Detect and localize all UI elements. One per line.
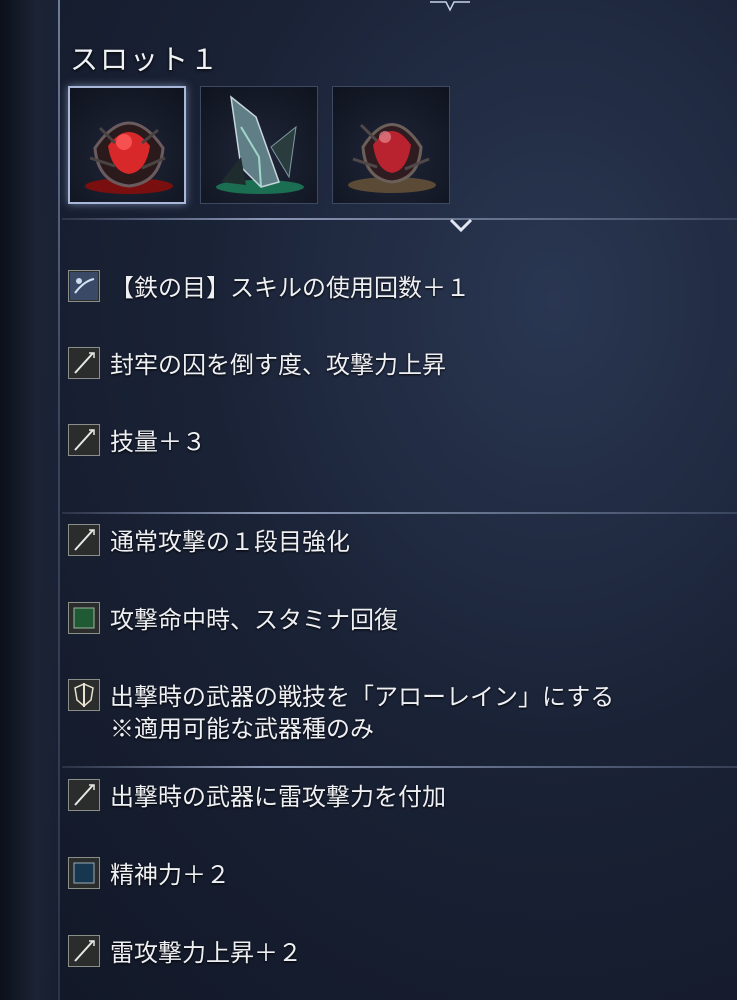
divider: [62, 512, 737, 514]
gem-slot-3[interactable]: [332, 86, 450, 204]
chevron-down-icon[interactable]: [448, 215, 474, 235]
effect-text: 【鉄の目】スキルの使用回数＋１: [110, 274, 470, 302]
sword-icon: [68, 779, 100, 811]
divider: [62, 766, 737, 768]
sword-icon: [68, 524, 100, 556]
gem-slot-2[interactable]: [200, 86, 318, 204]
sword-icon: [68, 347, 100, 379]
effect-text: 精神力＋２: [110, 861, 230, 889]
sword-icon: [68, 935, 100, 967]
divider: [62, 218, 737, 220]
green-square-icon: [68, 602, 100, 634]
effect-text: 出撃時の武器の戦技を「アローレイン」にする: [110, 683, 615, 711]
effect-text: 通常攻撃の１段目強化: [110, 528, 350, 556]
red-relic-icon: [348, 123, 436, 193]
slot-title: スロット１: [70, 43, 221, 76]
frame-left: [0, 0, 60, 1000]
green-crystal-relic-icon: [216, 95, 304, 194]
shield-sword-icon: [68, 679, 100, 711]
effect-text: 出撃時の武器に雷攻撃力を付加: [110, 783, 446, 811]
arrow-hand-icon: [68, 270, 100, 302]
sword-icon: [68, 424, 100, 456]
effect-text: 雷攻撃力上昇＋２: [110, 939, 302, 967]
gem-slot-1[interactable]: [68, 86, 186, 204]
effect-text: 攻撃命中時、スタミナ回復: [110, 606, 398, 634]
effect-text: 封牢の囚を倒す度、攻撃力上昇: [110, 351, 446, 379]
frame-line: [58, 0, 60, 1000]
effect-text: 技量＋３: [110, 428, 206, 456]
top-ornament-icon: [430, 1, 470, 12]
blue-square-icon: [68, 857, 100, 889]
effect-note: ※適用可能な武器種のみ: [110, 715, 374, 743]
red-relic-icon: [85, 121, 173, 194]
